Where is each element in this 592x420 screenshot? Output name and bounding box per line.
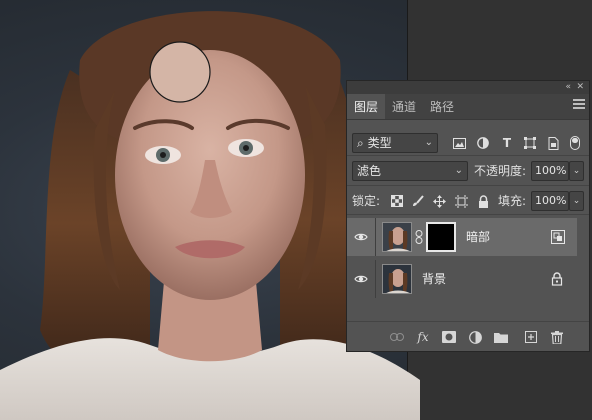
new-layer-icon[interactable] [523,329,539,345]
type-filter-icon[interactable]: T [499,135,515,151]
search-icon: ⌕ [357,136,364,150]
opacity-value: 100% [535,164,567,177]
layer-thumbnail[interactable] [382,222,412,252]
divider [347,185,589,186]
chevron-down-icon[interactable]: ⌄ [569,191,584,211]
layer-row-background[interactable]: 背景 [347,260,577,298]
blend-mode-value: 滤色 [357,164,382,178]
adjustment-filter-icon[interactable] [475,135,491,151]
smart-object-icon [551,230,565,244]
divider [347,155,589,156]
layers-bottom-toolbar: fx [347,321,589,351]
visibility-eye-icon[interactable] [354,272,368,286]
opacity-label: 不透明度: [474,164,527,178]
lock-artboard-icon[interactable] [453,193,469,209]
divider [375,218,376,256]
image-filter-icon[interactable] [451,135,467,151]
fill-label: 填充: [498,194,527,208]
lock-image-pixels-icon[interactable] [410,193,426,209]
layer-mask-thumbnail[interactable] [426,222,456,252]
filter-row: ⌕ 类型 ⌄ T [347,131,589,155]
layer-thumbnail[interactable] [382,264,412,294]
layer-row-shadows[interactable]: 暗部 [347,218,577,256]
chain-link-icon[interactable] [415,230,423,244]
blend-mode-select[interactable]: 滤色 ⌄ [352,161,468,181]
add-mask-icon[interactable] [441,329,457,345]
group-folder-icon[interactable] [493,329,509,345]
panel-menu-icon[interactable] [573,99,585,113]
collapse-icon[interactable]: « [565,81,571,94]
blend-row: 滤色 ⌄ 不透明度: 100% ⌄ [347,159,589,183]
tab-paths[interactable]: 路径 [423,94,461,119]
divider [347,214,589,215]
layer-name[interactable]: 暗部 [466,218,490,256]
filter-toggle-icon[interactable] [567,135,583,151]
adjustment-layer-icon[interactable] [467,329,483,345]
fill-value: 100% [535,194,567,207]
lock-all-icon[interactable] [475,193,491,209]
panel-title-bar: « ✕ [347,81,589,94]
lock-row: 锁定: 填充: 100% ⌄ [347,189,589,213]
filter-kind-label: 类型 [367,136,392,150]
tab-layers[interactable]: 图层 [347,94,385,119]
chevron-down-icon: ⌄ [424,137,433,148]
chevron-down-icon[interactable]: ⌄ [569,161,584,181]
fill-input[interactable]: 100% ⌄ [531,191,584,211]
lock-transparent-pixels-icon[interactable] [389,193,405,209]
fx-layer-style-icon[interactable]: fx [415,329,431,345]
layer-name[interactable]: 背景 [422,260,446,298]
layers-panel: « ✕ 图层 通道 路径 ⌕ 类型 ⌄ T 滤色 ⌄ 不透明度: 100% ⌄ … [346,80,590,352]
lock-position-icon[interactable] [431,193,447,209]
shape-filter-icon[interactable] [522,135,538,151]
chevron-down-icon: ⌄ [454,165,463,176]
divider [375,260,376,298]
smart-object-filter-icon[interactable] [545,135,561,151]
trash-delete-icon[interactable] [549,329,565,345]
lock-label: 锁定: [352,194,381,208]
link-layers-icon[interactable] [389,329,405,345]
filter-kind-select[interactable]: ⌕ 类型 ⌄ [352,133,438,153]
panel-tabs: 图层 通道 路径 [347,94,589,120]
lock-icon[interactable] [551,272,565,286]
tab-channels[interactable]: 通道 [385,94,423,119]
visibility-eye-icon[interactable] [354,230,368,244]
opacity-input[interactable]: 100% ⌄ [531,161,584,181]
close-icon[interactable]: ✕ [576,81,584,94]
